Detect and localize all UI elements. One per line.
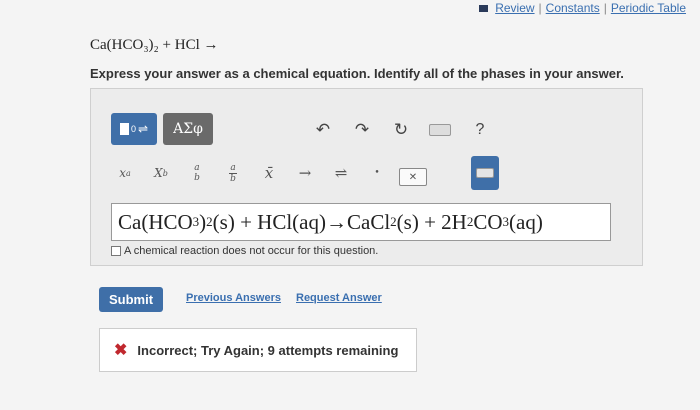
review-icon <box>479 4 489 12</box>
superscript-exp: a <box>126 168 131 178</box>
templates-button[interactable]: 0 ⇌ <box>111 113 157 145</box>
previous-answers-link[interactable]: Previous Answers <box>186 292 281 304</box>
submit-button[interactable]: Submit <box>99 287 163 312</box>
dot-key[interactable]: • <box>363 156 391 190</box>
template-box-icon <box>119 123 129 135</box>
template-keys: xa Xb ab ab x̄ → ⇌ • ✕ <box>111 156 622 190</box>
feedback-box: ✖ Incorrect; Try Again; 9 attempts remai… <box>99 328 417 372</box>
answer-part: Ca(HCO <box>118 209 193 234</box>
template-arrow-icon: ⇌ <box>137 122 149 136</box>
equilibrium-arrow-key[interactable]: ⇌ <box>327 156 355 190</box>
request-answer-link[interactable]: Request Answer <box>296 292 382 304</box>
undo-icon[interactable]: ↶ <box>312 119 334 141</box>
review-link[interactable]: Review <box>495 1 534 15</box>
fraction-bar-den: b <box>230 173 236 184</box>
answer-part: ) <box>199 209 207 234</box>
mean-key[interactable]: x̄ <box>255 156 283 190</box>
superscript-base: x <box>119 166 126 180</box>
help-button[interactable]: ? <box>469 119 491 141</box>
fraction-num: a <box>194 163 200 173</box>
answer-part: CO <box>473 209 503 234</box>
subscript-key[interactable]: Xb <box>147 156 175 190</box>
answer-part: (s) + 2H <box>396 209 467 234</box>
header-links: Review | Constants | Periodic Table <box>479 0 686 16</box>
keyboard-icon <box>476 168 494 178</box>
answer-input[interactable]: Ca(HCO 3) 2 (s) + HCl(aq)→CaCl 2 (s) + 2H 2 CO 3… <box>111 203 611 241</box>
fraction-bar-num: a <box>230 162 236 173</box>
reset-icon[interactable]: ↻ <box>390 119 412 141</box>
keyboard-toggle-key[interactable] <box>471 156 499 190</box>
incorrect-icon: ✖ <box>114 342 128 359</box>
header-separator: | <box>538 1 542 15</box>
feedback-message: Incorrect; Try Again; 9 attempts remaini… <box>137 342 399 358</box>
delete-icon: ✕ <box>399 168 427 186</box>
question-equation: Ca(HCO₃)₂ + HCl → <box>90 37 219 53</box>
reaction-arrow-key[interactable]: → <box>291 156 319 190</box>
fraction-bar-key[interactable]: ab <box>219 156 247 190</box>
question-instruction: Express your answer as a chemical equati… <box>90 66 624 81</box>
keyboard-shortcuts-button[interactable] <box>429 119 451 141</box>
fraction-key[interactable]: ab <box>183 156 211 190</box>
fraction-den: b <box>194 173 200 183</box>
periodic-table-link[interactable]: Periodic Table <box>611 1 686 15</box>
keyboard-icon <box>429 124 451 136</box>
redo-icon[interactable]: ↷ <box>351 119 373 141</box>
answer-panel: 0 ⇌ ΑΣφ ↶ ↷ ↻ ? xa Xb ab ab x̄ → ⇌ • ✕ C… <box>90 88 643 266</box>
no-reaction-checkbox[interactable] <box>111 246 121 256</box>
constants-link[interactable]: Constants <box>546 1 600 15</box>
delete-key[interactable]: ✕ <box>399 156 427 190</box>
no-reaction-option[interactable]: A chemical reaction does not occur for t… <box>111 245 378 257</box>
header-separator: | <box>603 1 607 15</box>
subscript-index: b <box>162 168 168 178</box>
no-reaction-label: A chemical reaction does not occur for t… <box>124 245 379 257</box>
editor-toolbar: 0 ⇌ ΑΣφ ↶ ↷ ↻ ? <box>111 113 622 145</box>
template-sup: 0 <box>130 124 136 134</box>
superscript-key[interactable]: xa <box>111 156 139 190</box>
answer-part: (aq) <box>509 209 543 234</box>
greek-symbols-button[interactable]: ΑΣφ <box>163 113 213 145</box>
answer-part: (s) + HCl(aq)→CaCl <box>212 209 391 234</box>
subscript-base: X <box>154 166 163 180</box>
